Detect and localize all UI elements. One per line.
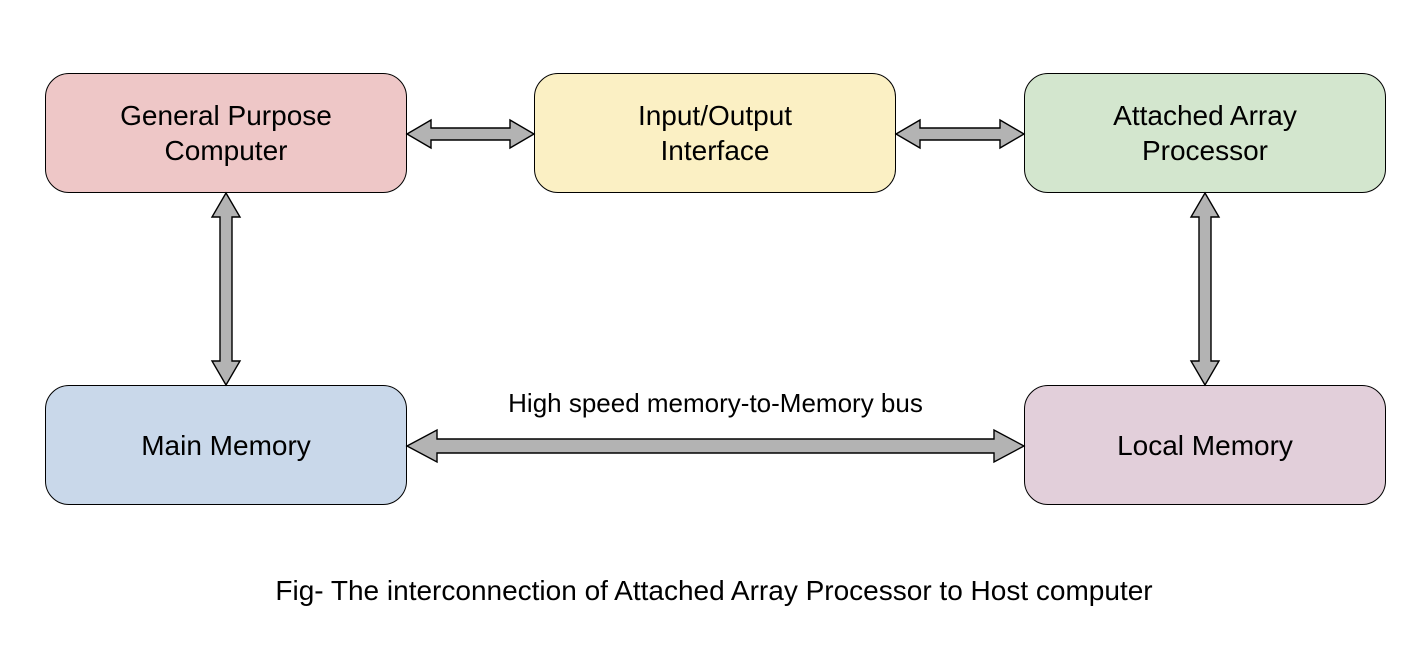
node-label: Local Memory — [1117, 428, 1293, 463]
node-label: Input/OutputInterface — [638, 98, 792, 168]
node-label: General PurposeComputer — [120, 98, 332, 168]
node-general-purpose-computer: General PurposeComputer — [45, 73, 407, 193]
figure-caption-text: Fig- The interconnection of Attached Arr… — [275, 575, 1152, 606]
connector-gpc-io — [407, 118, 534, 150]
connector-bus — [407, 428, 1024, 464]
node-io-interface: Input/OutputInterface — [534, 73, 896, 193]
node-label: Attached ArrayProcessor — [1113, 98, 1297, 168]
bus-label: High speed memory-to-Memory bus — [407, 388, 1024, 419]
figure-caption: Fig- The interconnection of Attached Arr… — [0, 575, 1428, 607]
connector-io-aap — [896, 118, 1024, 150]
node-attached-array-processor: Attached ArrayProcessor — [1024, 73, 1386, 193]
connector-aap-localmem — [1189, 193, 1221, 385]
node-main-memory: Main Memory — [45, 385, 407, 505]
bus-label-text: High speed memory-to-Memory bus — [508, 388, 923, 418]
node-local-memory: Local Memory — [1024, 385, 1386, 505]
connector-gpc-mainmem — [210, 193, 242, 385]
node-label: Main Memory — [141, 428, 311, 463]
